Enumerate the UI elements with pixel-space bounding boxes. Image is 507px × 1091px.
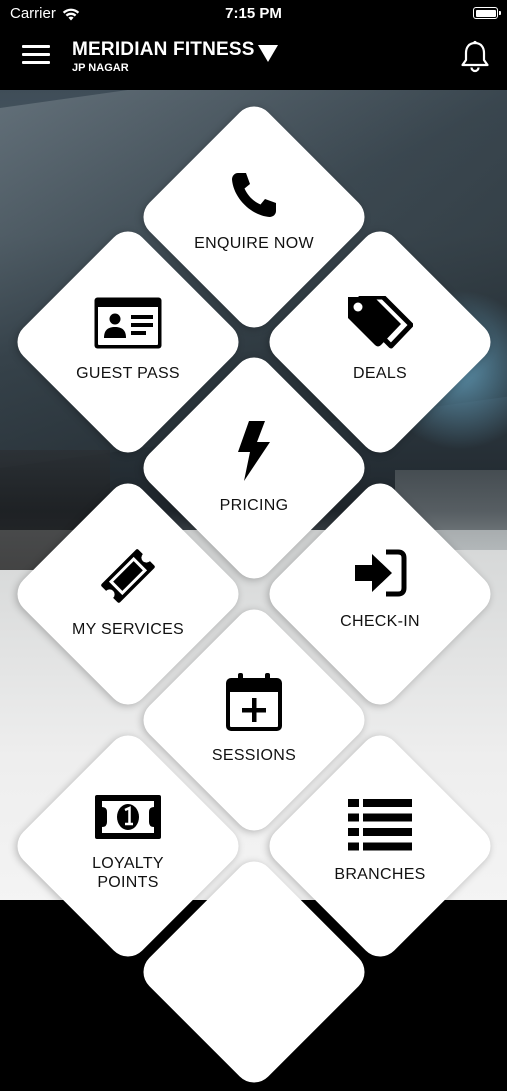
loyalty-points-button[interactable]: LOYALTY POINTS <box>38 794 218 892</box>
my-services-label: MY SERVICES <box>71 621 185 638</box>
my-services-button[interactable]: MY SERVICES <box>38 546 218 639</box>
lightning-bolt-icon <box>238 421 270 481</box>
calendar-plus-icon <box>226 673 282 731</box>
deals-button[interactable]: DEALS <box>290 296 470 383</box>
enquire-now-button[interactable]: ENQUIRE NOW <box>164 170 344 253</box>
check-in-label: CHECK-IN <box>340 613 420 630</box>
guest-pass-button[interactable]: GUEST PASS <box>38 296 218 383</box>
phone-icon <box>232 173 276 217</box>
id-card-icon <box>94 297 162 349</box>
enquire-now-label: ENQUIRE NOW <box>194 235 314 252</box>
deals-label: DEALS <box>353 365 407 382</box>
status-bar: Carrier 7:15 PM <box>0 0 507 28</box>
check-in-button[interactable]: CHECK-IN <box>290 548 470 631</box>
branches-label: BRANCHES <box>334 866 426 883</box>
branch-selector[interactable]: MERIDIAN FITNESS JP NAGAR <box>72 39 255 74</box>
list-icon <box>348 799 412 851</box>
sessions-button[interactable]: SESSIONS <box>164 672 344 765</box>
hamburger-menu-icon[interactable] <box>22 44 50 66</box>
pricing-label: PRICING <box>219 497 289 514</box>
money-bill-icon <box>95 795 161 839</box>
battery-icon <box>473 7 501 19</box>
app-title: MERIDIAN FITNESS <box>72 39 255 60</box>
tags-icon <box>348 296 413 349</box>
sign-in-icon <box>355 549 407 597</box>
branch-subtitle: JP NAGAR <box>72 62 129 74</box>
guest-pass-label: GUEST PASS <box>76 365 180 382</box>
pricing-button[interactable]: PRICING <box>164 420 344 515</box>
status-time: 7:15 PM <box>225 5 282 22</box>
dropdown-arrow-icon[interactable] <box>258 45 278 62</box>
sessions-label: SESSIONS <box>211 747 297 764</box>
loyalty-points-label: LOYALTY POINTS <box>92 855 164 891</box>
bell-icon[interactable] <box>459 40 491 74</box>
nav-bar: MERIDIAN FITNESS JP NAGAR <box>0 28 507 90</box>
ticket-icon <box>101 549 155 603</box>
branches-button[interactable]: BRANCHES <box>290 799 470 884</box>
